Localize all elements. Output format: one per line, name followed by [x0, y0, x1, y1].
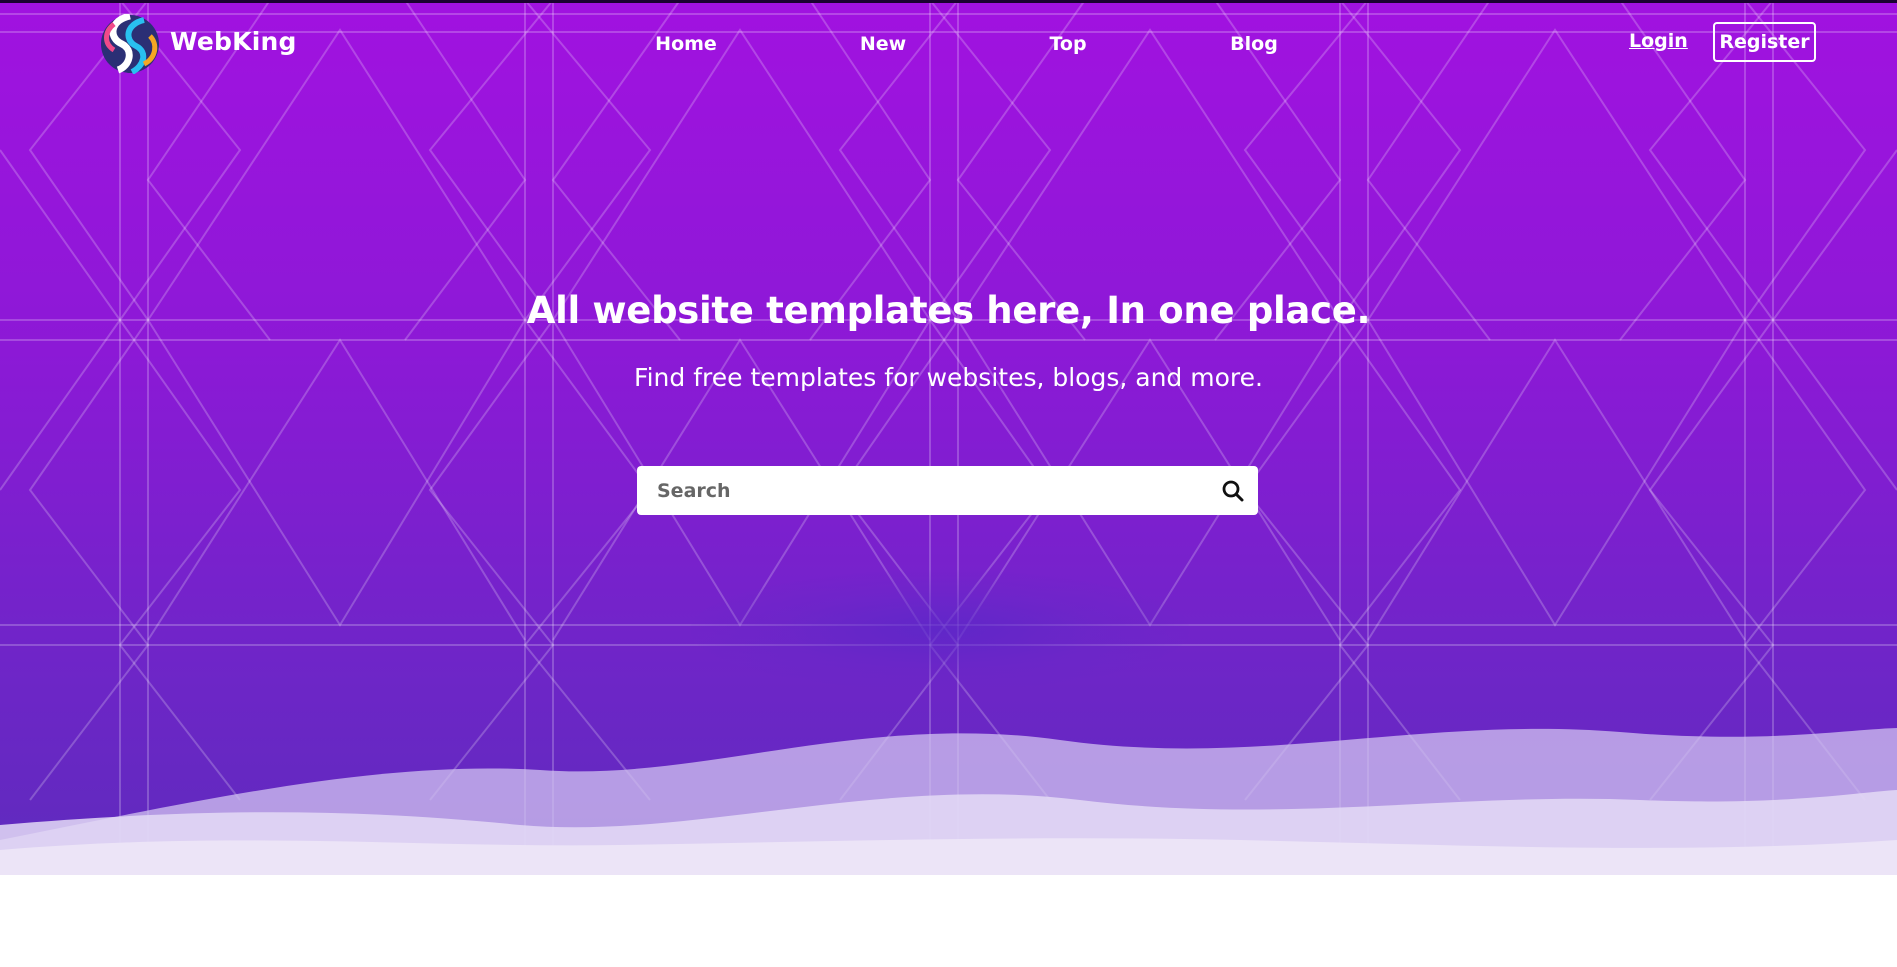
register-button[interactable]: Register	[1713, 22, 1816, 62]
navbar: WebKing Home New Top Blog Login Register	[0, 0, 1897, 90]
brand-name[interactable]: WebKing	[170, 27, 297, 56]
hero-section	[0, 0, 1897, 875]
search-input[interactable]	[637, 466, 1197, 515]
hero-headline: All website templates here, In one place…	[526, 289, 1371, 332]
nav-home[interactable]: Home	[655, 33, 717, 55]
hero-waves	[0, 728, 1897, 875]
nav-top[interactable]: Top	[1049, 33, 1086, 55]
nav-new[interactable]: New	[860, 33, 906, 55]
login-link[interactable]: Login	[1629, 30, 1688, 52]
nav-blog[interactable]: Blog	[1230, 33, 1278, 55]
swirl-logo-icon[interactable]	[100, 14, 160, 74]
hero-subheadline: Find free templates for websites, blogs,…	[634, 363, 1263, 392]
search-bar	[637, 466, 1258, 515]
search-icon[interactable]	[1220, 478, 1246, 504]
hero-glow	[690, 570, 1190, 690]
